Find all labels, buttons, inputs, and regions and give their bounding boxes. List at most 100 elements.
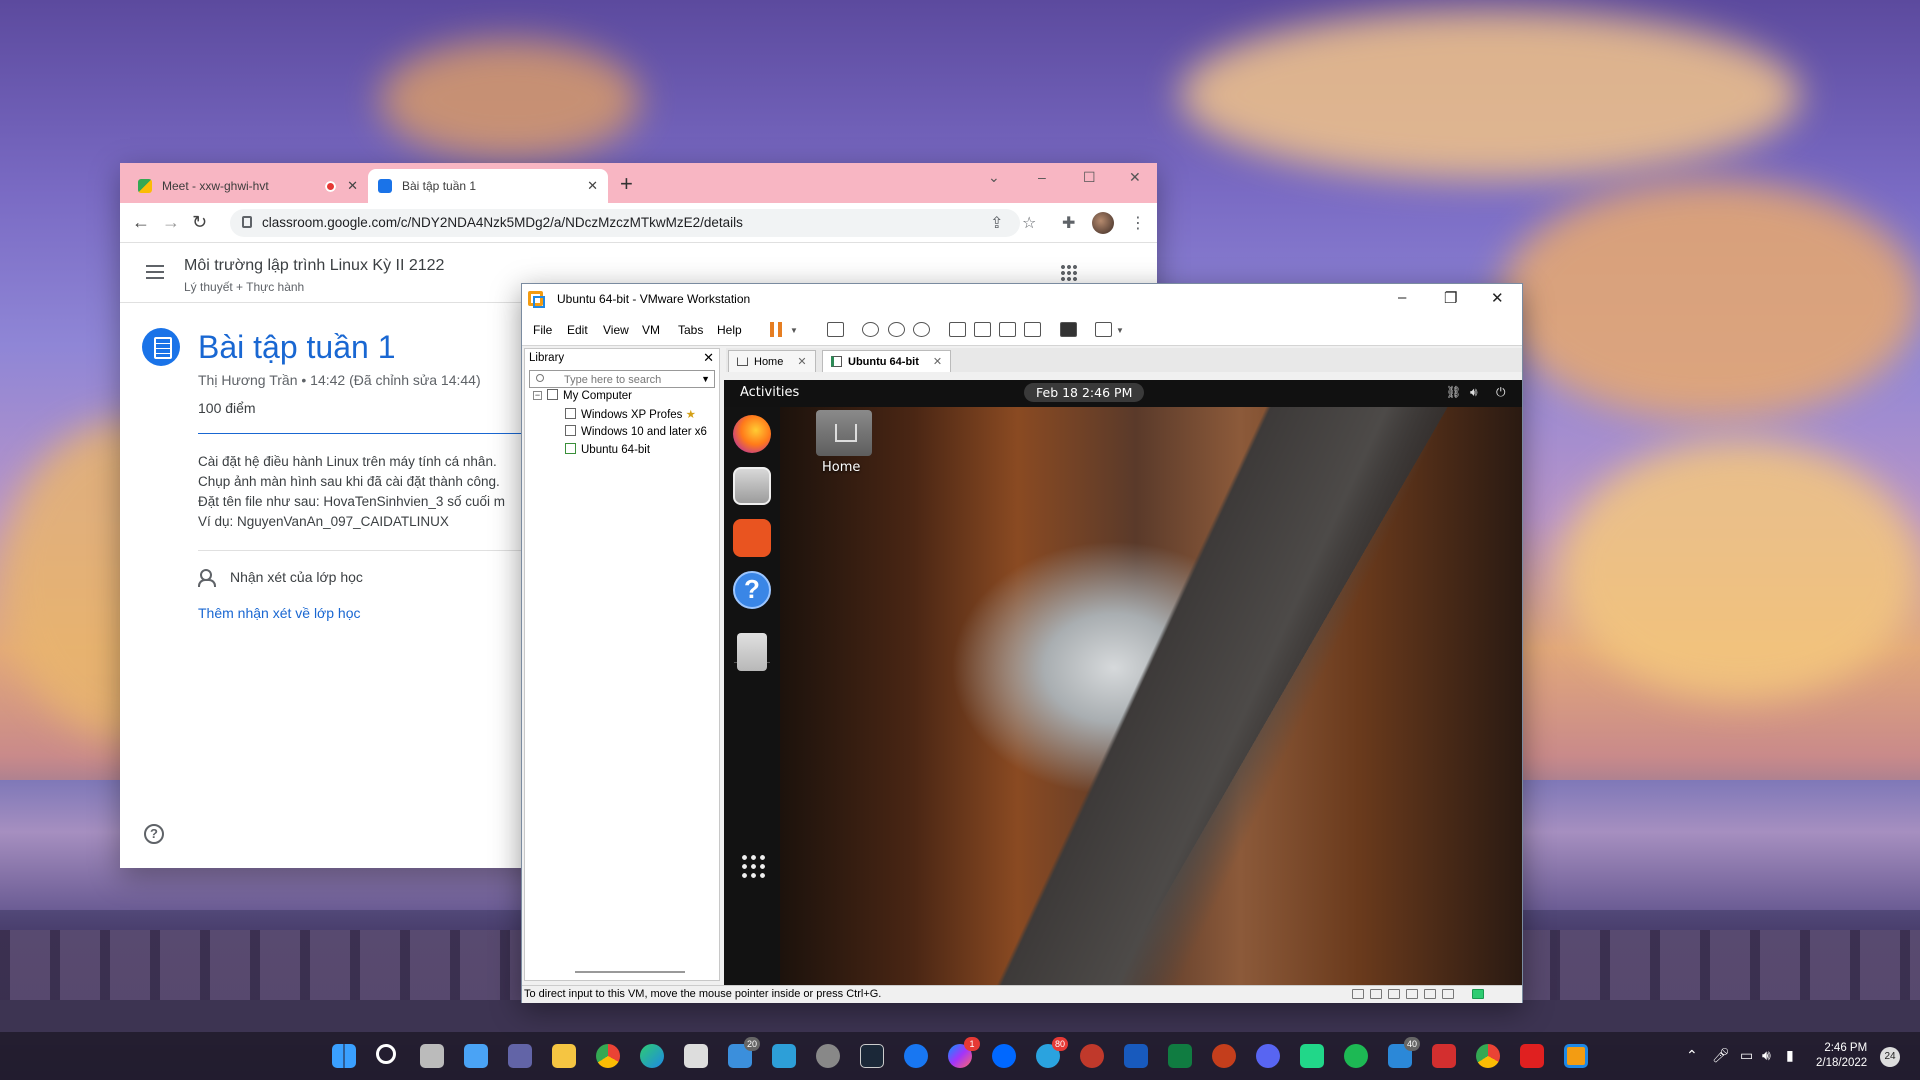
back-icon[interactable]: ← — [132, 212, 150, 233]
search-icon[interactable] — [376, 1044, 396, 1064]
zalo-icon[interactable] — [992, 1044, 1016, 1068]
close-tab-meet-button[interactable]: ✕ — [347, 178, 358, 194]
message-log-icon[interactable] — [1472, 989, 1484, 999]
excel-icon[interactable] — [1168, 1044, 1192, 1068]
pycharm-icon[interactable] — [1300, 1044, 1324, 1068]
close-tab-ubuntu-icon[interactable]: ✕ — [933, 355, 942, 368]
usb-icon[interactable] — [1406, 989, 1418, 999]
stretch-guest-icon[interactable] — [1095, 322, 1112, 337]
profile-avatar[interactable] — [1092, 212, 1114, 234]
tab-meet[interactable]: Meet - xxw-ghwi-hvt ✕ — [128, 169, 368, 203]
close-tab-home-icon[interactable]: ✕ — [797, 355, 806, 368]
library-close-icon[interactable]: ✕ — [703, 350, 714, 366]
wifi-app-icon[interactable] — [1080, 1044, 1104, 1068]
steam-icon[interactable] — [860, 1044, 884, 1068]
tree-vm-winxp[interactable]: Windows XP Profes ★ — [565, 407, 696, 421]
chrome-profile-icon[interactable] — [1476, 1044, 1500, 1068]
help-icon[interactable]: ? — [144, 824, 164, 844]
printer-icon[interactable] — [1442, 989, 1454, 999]
tab-search-dropdown[interactable]: ⌄ — [988, 169, 1000, 186]
library-scrollbar[interactable] — [575, 971, 685, 973]
tab-home[interactable]: Home ✕ — [728, 350, 816, 372]
stretch-dropdown-icon[interactable]: ▼ — [1116, 326, 1124, 335]
chrome-icon[interactable] — [596, 1044, 620, 1068]
vmware-taskbar-icon[interactable] — [1564, 1044, 1588, 1068]
reload-icon[interactable]: ↻ — [192, 212, 207, 233]
bookmark-star-icon[interactable]: ☆ — [1022, 213, 1036, 233]
show-applications-icon[interactable] — [740, 853, 766, 879]
share-icon[interactable]: ⇪ — [990, 213, 1003, 233]
display-icon[interactable]: ▭ — [1740, 1047, 1753, 1064]
telegram-icon[interactable]: 80 — [1036, 1037, 1068, 1068]
cd-icon[interactable] — [1370, 989, 1382, 999]
new-tab-button[interactable]: + — [620, 171, 633, 197]
power-dropdown-icon[interactable]: ▼ — [790, 326, 798, 335]
menu-file[interactable]: File — [533, 323, 552, 337]
clock[interactable]: 2:46 PM 2/18/2022 — [1816, 1041, 1867, 1071]
trash-icon[interactable] — [737, 633, 767, 671]
tree-my-computer[interactable]: My Computer — [547, 389, 632, 402]
tray-app-icon[interactable]: 40 — [1388, 1037, 1420, 1068]
menu-edit[interactable]: Edit — [567, 323, 588, 337]
file-explorer-icon[interactable] — [552, 1044, 576, 1068]
main-menu-icon[interactable] — [146, 265, 164, 279]
thumbnail-bar-icon[interactable] — [974, 322, 991, 337]
facebook-icon[interactable] — [904, 1044, 928, 1068]
show-hidden-icons[interactable]: ⌃ — [1686, 1047, 1698, 1064]
google-apps-icon[interactable] — [1060, 264, 1078, 282]
uc-icon[interactable] — [1432, 1044, 1456, 1068]
ubuntu-software-icon[interactable] — [733, 519, 771, 557]
home-folder-icon[interactable] — [816, 410, 872, 456]
close-tab-classroom-button[interactable]: ✕ — [587, 178, 598, 194]
home-folder-label[interactable]: Home — [822, 460, 860, 475]
word-icon[interactable] — [1124, 1044, 1148, 1068]
show-library-icon[interactable] — [949, 322, 966, 337]
library-search-input[interactable]: Type here to search ▼ — [529, 370, 715, 388]
files-icon[interactable] — [733, 467, 771, 505]
messenger-icon[interactable]: 1 — [948, 1037, 980, 1068]
forward-icon[interactable]: → — [162, 212, 180, 233]
battery-icon[interactable]: ▮ — [1786, 1047, 1794, 1064]
volume-tray-icon[interactable]: 🔊︎ — [1762, 1047, 1771, 1064]
extensions-icon[interactable]: ✚ — [1062, 213, 1075, 233]
minimize-button[interactable]: – — [1038, 169, 1046, 185]
vm-display[interactable]: Activities Feb 18 2:46 PM ⛓ 🔊︎ ⏻ ? Home — [724, 380, 1522, 987]
network-adapter-icon[interactable] — [1388, 989, 1400, 999]
snapshot-icon[interactable] — [862, 322, 879, 337]
help-icon[interactable]: ? — [733, 571, 771, 609]
unity-icon[interactable] — [1024, 322, 1041, 337]
activities-button[interactable]: Activities — [740, 385, 799, 400]
add-class-comment-link[interactable]: Thêm nhận xét về lớp học — [198, 605, 361, 621]
vmware-close-button[interactable]: ✕ — [1491, 289, 1504, 307]
suspend-icon[interactable] — [770, 322, 782, 337]
menu-view[interactable]: View — [603, 323, 629, 337]
firefox-icon[interactable] — [733, 415, 771, 453]
volume-icon[interactable]: 🔊︎ — [1470, 385, 1478, 400]
power-icon[interactable]: ⏻ — [1496, 385, 1506, 400]
tree-collapse-icon[interactable]: − — [533, 391, 542, 400]
linkedin-like-icon[interactable] — [772, 1044, 796, 1068]
menu-vm[interactable]: VM — [642, 323, 660, 337]
console-view-icon[interactable] — [1060, 322, 1077, 337]
edge-icon[interactable] — [640, 1044, 664, 1068]
acrobat-icon[interactable] — [1520, 1044, 1544, 1068]
close-window-button[interactable]: ✕ — [1129, 169, 1141, 186]
network-icon[interactable]: ⛓ — [1446, 385, 1461, 399]
widgets-icon[interactable] — [464, 1044, 488, 1068]
ubuntu-clock[interactable]: Feb 18 2:46 PM — [1024, 383, 1145, 402]
sound-card-icon[interactable] — [1424, 989, 1436, 999]
settings-icon[interactable] — [816, 1044, 840, 1068]
tree-vm-win10[interactable]: Windows 10 and later x6 — [565, 425, 707, 438]
vmware-restore-button[interactable]: ❐ — [1444, 289, 1457, 307]
spotify-icon[interactable] — [1344, 1044, 1368, 1068]
tree-vm-ubuntu[interactable]: Ubuntu 64-bit — [565, 443, 650, 456]
maximize-button[interactable]: ☐ — [1083, 169, 1096, 186]
vmware-minimize-button[interactable]: – — [1398, 289, 1406, 306]
revert-snapshot-icon[interactable] — [888, 322, 905, 337]
notification-badge[interactable]: 24 — [1880, 1047, 1900, 1067]
task-view-icon[interactable] — [420, 1044, 444, 1068]
tab-classroom[interactable]: Bài tập tuần 1 ✕ — [368, 169, 608, 203]
full-screen-icon[interactable] — [999, 322, 1016, 337]
discord-icon[interactable] — [1256, 1044, 1280, 1068]
hard-disk-icon[interactable] — [1352, 989, 1364, 999]
